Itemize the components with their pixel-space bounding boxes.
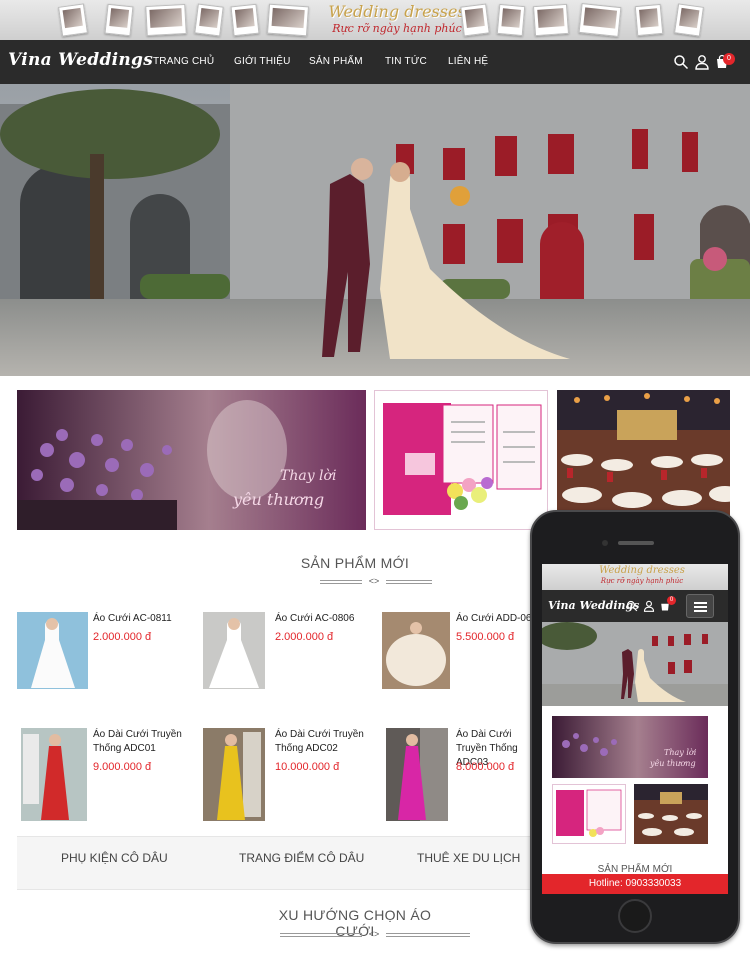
promo-banner-invitation[interactable] (374, 390, 548, 530)
product-name[interactable]: Áo Cưới AC-0806 (275, 612, 373, 626)
phone-screen: Wedding dresses Rực rỡ ngày hạnh phúc Vi… (542, 564, 728, 894)
strip-photo (496, 3, 526, 37)
mobile-promo-banner-text-1: Thay lời (664, 748, 697, 757)
product-image[interactable] (21, 728, 87, 821)
mobile-strip-title: Wedding dresses (599, 565, 685, 576)
mobile-top-strip: Wedding dresses Rực rỡ ngày hạnh phúc (542, 564, 728, 590)
nav-item-home[interactable]: TRANG CHỦ (153, 56, 214, 67)
mobile-promo-banner-love[interactable]: Thay lời yêu thương (552, 716, 708, 778)
product-price: 2.000.000 đ (275, 631, 334, 643)
mobile-hero-image (542, 622, 728, 706)
strip-photo (634, 3, 664, 37)
mobile-search-icon[interactable] (626, 600, 638, 612)
category-car-rental[interactable]: THUÊ XE DU LỊCH (417, 851, 520, 865)
strip-photo (145, 3, 187, 37)
strip-photo (532, 3, 570, 37)
mobile-cart-badge: 0 (667, 596, 676, 605)
product-price: 9.000.000 đ (93, 761, 152, 773)
product-image[interactable] (203, 612, 265, 689)
promo-banner-love[interactable]: Thay lời yêu thương (17, 390, 366, 530)
product-card[interactable]: Áo Dài Cưới Truyền Thống ADC02 10.000.00… (203, 728, 373, 823)
divider-right (386, 933, 470, 937)
product-card[interactable]: Áo Cưới ADD-067 5.500.000 đ (382, 612, 532, 692)
promo-banner-text-1: Thay lời (280, 468, 337, 484)
product-image[interactable] (17, 612, 88, 689)
mobile-hotline-button[interactable]: Hotline: 0903330033 (542, 874, 728, 894)
mobile-user-icon[interactable] (643, 600, 655, 612)
search-icon[interactable] (673, 54, 689, 70)
strip-photo (104, 3, 134, 37)
divider-left (320, 580, 362, 584)
product-card[interactable]: Áo Cưới AC-0811 2.000.000 đ (17, 612, 187, 692)
product-card[interactable]: Áo Cưới AC-0806 2.000.000 đ (203, 612, 373, 692)
phone-home-button (618, 899, 652, 933)
product-image[interactable] (386, 728, 448, 821)
strip-photo (674, 3, 704, 37)
mobile-promo-banner-invitation[interactable] (552, 784, 626, 844)
product-price: 5.500.000 đ (456, 631, 515, 643)
phone-mockup: Wedding dresses Rực rỡ ngày hạnh phúc Vi… (530, 510, 740, 944)
main-nav: Vina Weddings TRANG CHỦ GIỚI THIỆU SẢN P… (0, 40, 750, 84)
divider-arrows: <> (368, 929, 380, 939)
strip-photo (460, 3, 490, 37)
product-price: 2.000.000 đ (93, 631, 152, 643)
product-name[interactable]: Áo Cưới ADD-067 (456, 612, 532, 626)
strip-photo (578, 2, 622, 38)
product-image[interactable] (203, 728, 265, 821)
promo-banner-text-2: yêu thương (233, 490, 325, 509)
product-image[interactable] (382, 612, 450, 689)
section-title-new-products: SẢN PHẨM MỚI (300, 555, 410, 571)
strip-photo (58, 3, 88, 37)
strip-photo (194, 3, 224, 37)
nav-item-products[interactable]: SẢN PHẨM (309, 56, 363, 67)
hero-image (0, 84, 750, 376)
mobile-promo-banner-text-2: yêu thương (650, 759, 696, 768)
strip-photo (230, 3, 260, 37)
product-name[interactable]: Áo Cưới AC-0811 (93, 612, 187, 626)
product-name[interactable]: Áo Dài Cưới Truyền Thống ADC01 (93, 728, 187, 756)
strip-subtitle: Rực rỡ ngày hạnh phúc (332, 22, 462, 35)
top-decor-strip: Wedding dresses Rực rỡ ngày hạnh phúc (0, 0, 750, 40)
product-name[interactable]: Áo Dài Cưới Truyền Thống ADC02 (275, 728, 373, 756)
nav-item-news[interactable]: TIN TỨC (385, 56, 427, 67)
user-icon[interactable] (694, 54, 710, 70)
divider-left (280, 933, 362, 937)
logo[interactable]: Vina Weddings (8, 50, 153, 70)
nav-item-contact[interactable]: LIÊN HỆ (448, 56, 488, 67)
product-card[interactable]: Áo Dài Cưới Truyền Thống ADC01 9.000.000… (17, 728, 187, 823)
product-price: 10.000.000 đ (275, 761, 340, 773)
strip-photo (267, 3, 309, 37)
nav-item-about[interactable]: GIỚI THIỆU (234, 56, 291, 67)
divider-arrows: <> (368, 576, 380, 586)
strip-title: Wedding dresses (328, 2, 466, 21)
product-price: 8.000.000 đ (456, 761, 515, 773)
phone-speaker (618, 541, 654, 545)
promo-banner-venue[interactable] (557, 390, 730, 530)
mobile-strip-subtitle: Rực rỡ ngày hạnh phúc (600, 577, 684, 585)
divider-right (386, 580, 432, 584)
mobile-promo-banner-venue[interactable] (634, 784, 708, 844)
phone-camera (602, 540, 608, 546)
mobile-nav: Vina Weddings 0 (542, 590, 728, 622)
cart-count-badge: 0 (723, 53, 735, 65)
category-bridal-accessories[interactable]: PHỤ KIỆN CÔ DÂU (61, 851, 168, 865)
category-bar: PHỤ KIỆN CÔ DÂU TRANG ĐIỂM CÔ DÂU THUÊ X… (17, 836, 537, 890)
category-bridal-makeup[interactable]: TRANG ĐIỂM CÔ DÂU (239, 851, 364, 865)
product-card[interactable]: Áo Dài Cưới Truyền Thống ADC03 8.000.000… (382, 728, 532, 823)
hamburger-menu-icon[interactable] (686, 594, 714, 618)
